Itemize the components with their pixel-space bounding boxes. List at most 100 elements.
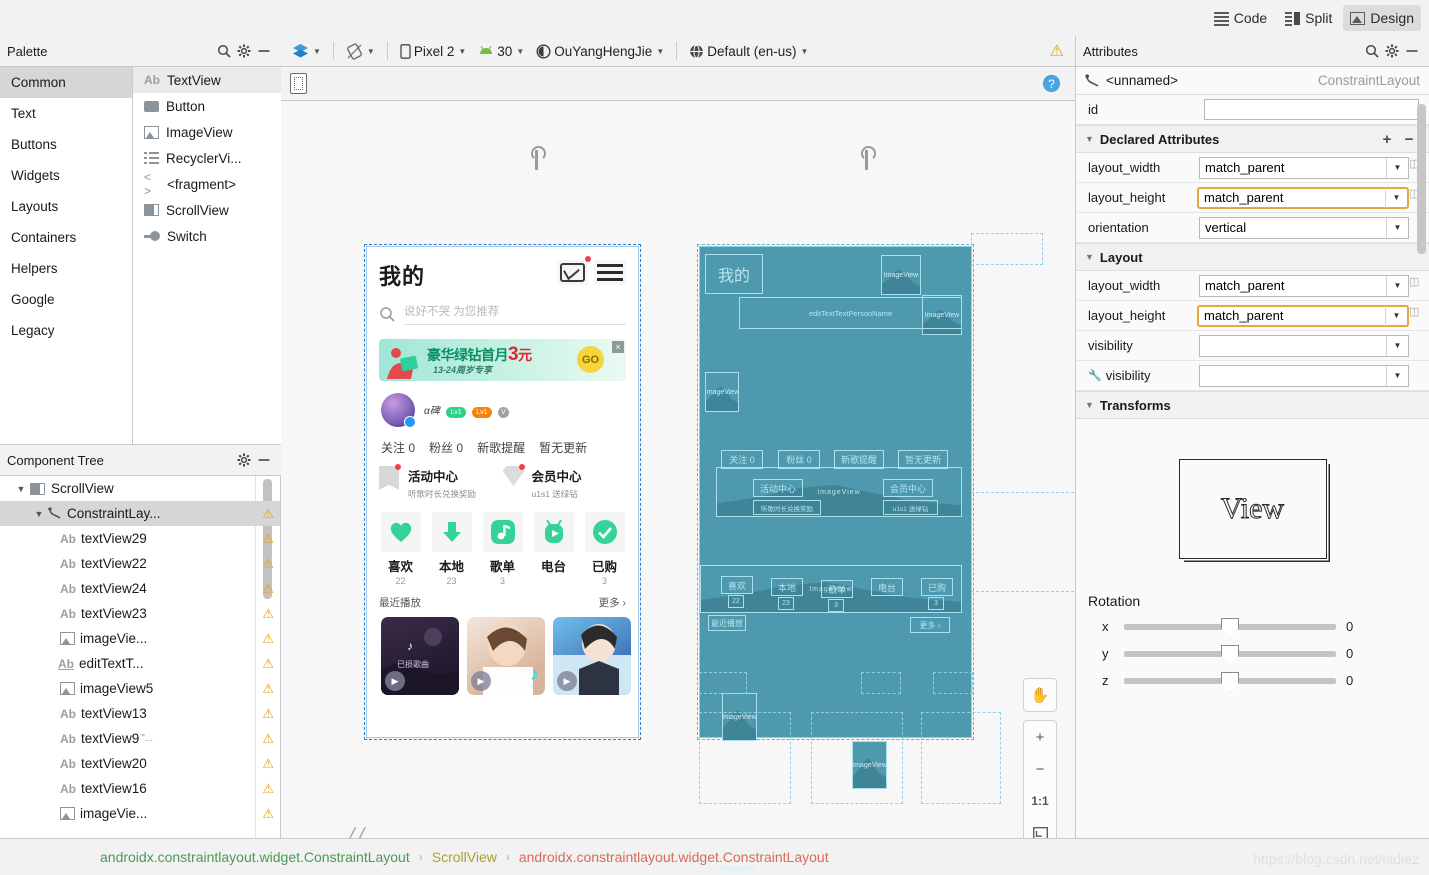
rotation-x-slider[interactable] — [1124, 617, 1336, 638]
search-icon[interactable] — [1362, 41, 1382, 61]
layout-height-input-2[interactable] — [1199, 305, 1385, 326]
tree-row[interactable]: Ab editTextT... ⚠ — [0, 651, 280, 676]
blueprint-imageview[interactable]: ImageView — [881, 255, 921, 295]
blueprint-center-title[interactable]: 会员中心 — [883, 479, 933, 497]
blueprint-grid-label[interactable]: 已购 — [921, 578, 953, 596]
blueprint-grid-label[interactable]: 电台 — [871, 578, 903, 596]
blueprint-grid-label[interactable]: 本地 — [771, 578, 803, 596]
layout-height-input[interactable] — [1199, 187, 1385, 208]
blueprint-grid-count[interactable]: 22 — [728, 595, 744, 608]
blueprint-center-title[interactable]: 活动中心 — [753, 479, 803, 497]
render-warning-button[interactable]: ⚠ — [1045, 39, 1069, 63]
blueprint-title-box[interactable]: 我的 — [705, 254, 763, 294]
tree-row[interactable]: Ab textView16 ⚠ — [0, 776, 280, 801]
chevron-down-icon[interactable]: ▼ — [1385, 305, 1407, 326]
tree-row[interactable]: Ab textView24 ⚠ — [0, 576, 280, 601]
layout-width-input[interactable] — [1200, 157, 1386, 178]
tree-row[interactable]: Ab textView23 ⚠ — [0, 601, 280, 626]
blueprint-stat[interactable]: 暂无更新 — [898, 450, 948, 469]
visibility-combo[interactable]: ▼ — [1199, 334, 1409, 357]
zoom-out-icon[interactable]: − — [1024, 753, 1056, 785]
blueprint-render-preview[interactable]: 我的 ImageView ImageView ImageView editTex… — [697, 244, 974, 875]
gear-icon[interactable] — [234, 41, 254, 61]
pan-hand-icon[interactable]: ✋ — [1024, 679, 1056, 711]
resource-picker-icon[interactable]: ◫ — [1409, 275, 1419, 297]
palette-category-containers[interactable]: Containers — [0, 222, 132, 253]
search-icon[interactable] — [214, 41, 234, 61]
chevron-down-icon[interactable]: ▼ — [1085, 134, 1094, 144]
layout-width-combo[interactable]: ▼ — [1199, 156, 1409, 179]
id-input[interactable] — [1205, 99, 1418, 120]
palette-category-common[interactable]: Common — [0, 67, 132, 98]
declared-attributes-section-header[interactable]: ▼ Declared Attributes + − — [1076, 125, 1429, 153]
visibility-input[interactable] — [1200, 335, 1386, 356]
mode-code-button[interactable]: Code — [1207, 5, 1274, 31]
tree-row[interactable]: Ab textView22 ⚠ — [0, 551, 280, 576]
component-tree-body[interactable]: ▼ ScrollView ▼ ConstraintLay... ⚠ Ab tex… — [0, 476, 281, 875]
tree-row[interactable]: Ab textView20 ⚠ — [0, 751, 280, 776]
slider-thumb[interactable] — [1221, 644, 1239, 665]
chevron-down-icon[interactable]: ▼ — [1386, 335, 1408, 356]
tree-row[interactable]: Ab textView9 "... ⚠ — [0, 726, 280, 751]
play-icon[interactable]: ▶ — [385, 671, 405, 691]
theme-selector[interactable]: OuYangHengJie ▼ — [531, 39, 669, 63]
chevron-down-icon[interactable]: ▼ — [1386, 217, 1408, 238]
palette-item-fragment[interactable]: < > <fragment> — [133, 170, 281, 198]
breadcrumb-item-root[interactable]: androidx.constraintlayout.widget.Constra… — [100, 849, 410, 865]
add-attribute-button[interactable]: + — [1376, 131, 1398, 148]
blueprint-grid-count[interactable]: 3 — [928, 597, 944, 610]
preview-promo-banner[interactable]: 豪华绿钻首月3元 13-24周岁专享 GO × — [379, 339, 626, 381]
play-icon[interactable]: ▶ — [557, 671, 577, 691]
layout-section-header[interactable]: ▼ Layout — [1076, 243, 1429, 271]
chevron-down-icon[interactable]: ▼ — [32, 509, 46, 519]
device-frame-icon[interactable] — [290, 73, 307, 94]
palette-item-scrollview[interactable]: ScrollView — [133, 197, 281, 223]
palette-category-google[interactable]: Google — [0, 284, 132, 315]
slider-thumb[interactable] — [1221, 671, 1239, 692]
play-icon[interactable]: ▶ — [471, 671, 491, 691]
minimize-icon[interactable] — [1402, 41, 1422, 61]
mode-design-button[interactable]: Design — [1343, 5, 1421, 31]
breadcrumb-item-scrollview[interactable]: ScrollView — [432, 849, 497, 865]
gear-icon[interactable] — [1382, 41, 1402, 61]
chevron-down-icon[interactable]: ▼ — [1386, 157, 1408, 178]
blueprint-recent-label[interactable]: 最近播放 — [708, 615, 746, 631]
blueprint-more-label[interactable]: 更多 › — [910, 617, 950, 633]
chevron-down-icon[interactable]: ▼ — [1085, 252, 1094, 262]
blueprint-stat[interactable]: 关注 0 — [721, 450, 763, 469]
layout-width-combo-2[interactable]: ▼ — [1199, 274, 1409, 297]
activity-center-entry[interactable]: 活动中心 听歌时长兑换奖励 — [379, 464, 503, 500]
blueprint-center-sub[interactable]: u1s1 送绿钻 — [883, 500, 938, 515]
attributes-scrollbar-thumb[interactable] — [1417, 104, 1426, 254]
shortcut-playlist[interactable]: 歌单 3 — [477, 512, 528, 586]
blueprint-grid-count[interactable]: 3 — [828, 599, 844, 612]
layout-width-input-2[interactable] — [1200, 275, 1386, 296]
tree-row[interactable]: imageView5 ⚠ — [0, 676, 280, 701]
chevron-down-icon[interactable]: ▼ — [14, 484, 28, 494]
chevron-down-icon[interactable]: ▼ — [1386, 275, 1408, 296]
palette-category-helpers[interactable]: Helpers — [0, 253, 132, 284]
minimize-icon[interactable] — [254, 41, 274, 61]
blueprint-imageview[interactable]: ImageView — [705, 372, 739, 412]
palette-category-widgets[interactable]: Widgets — [0, 160, 132, 191]
tools-visibility-combo[interactable]: ▼ — [1199, 364, 1409, 387]
palette-category-layouts[interactable]: Layouts — [0, 191, 132, 222]
mail-icon[interactable] — [557, 256, 591, 285]
more-link[interactable]: 更多 › — [599, 595, 626, 610]
palette-item-imageview[interactable]: ImageView — [133, 119, 281, 145]
shortcut-radio[interactable]: 电台 — [528, 512, 579, 586]
device-selector[interactable]: Pixel 2 ▼ — [395, 39, 471, 63]
tree-row[interactable]: imageVie... ⚠ — [0, 626, 280, 651]
blueprint-grid-count[interactable]: 23 — [778, 597, 794, 610]
palette-item-switch[interactable]: Switch — [133, 223, 281, 249]
blueprint-stat[interactable]: 新歌提醒 — [834, 450, 884, 469]
id-field[interactable] — [1204, 99, 1419, 120]
breadcrumb-item-constraintlayout[interactable]: androidx.constraintlayout.widget.Constra… — [519, 849, 829, 865]
gear-icon[interactable] — [234, 450, 254, 470]
tree-row[interactable]: imageVie... ⚠ — [0, 801, 280, 826]
layout-height-combo[interactable]: ▼ — [1197, 186, 1409, 209]
rotation-y-slider[interactable] — [1124, 644, 1336, 665]
thumbnail-card[interactable]: ▶ — [553, 617, 631, 695]
help-icon[interactable]: ? — [1042, 74, 1061, 93]
preview-search-bar[interactable]: 说好不哭 为您推荐 — [379, 303, 626, 325]
